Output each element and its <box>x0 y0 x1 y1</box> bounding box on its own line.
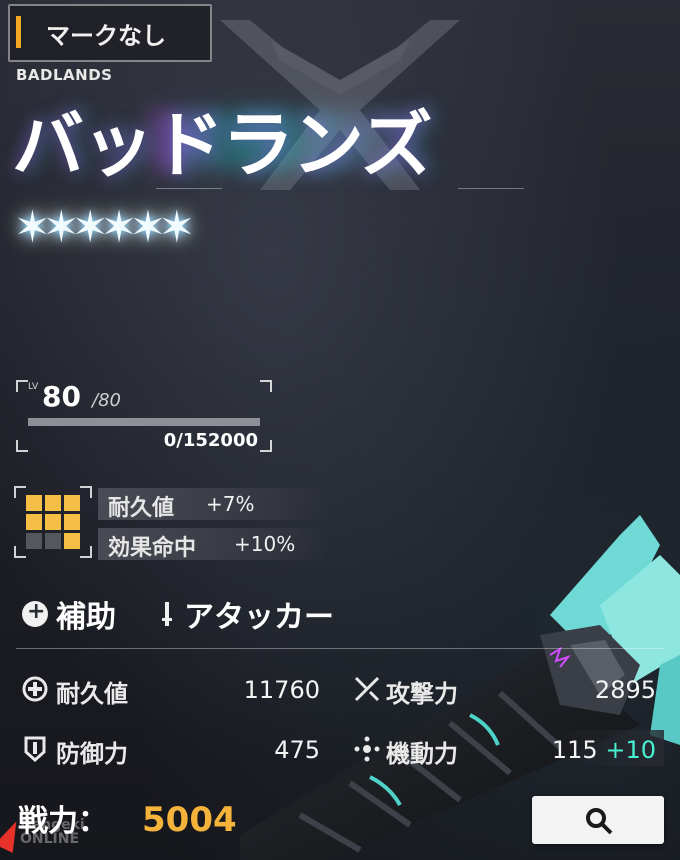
stat-defense-name: 防御力 <box>56 740 128 768</box>
bonus-grid-box[interactable] <box>14 486 92 558</box>
stat-defense-value: 475 <box>274 736 320 764</box>
stat-attack-value: 2895 <box>594 676 656 704</box>
grid-cell <box>45 495 61 511</box>
role-class-label: 補助 <box>56 600 116 635</box>
detail-search-button[interactable] <box>532 796 664 844</box>
grid-cell <box>64 514 80 530</box>
durability-icon <box>22 676 48 702</box>
level-current: 80 <box>42 380 81 413</box>
watermark: Dengeki ONLINE <box>20 818 85 846</box>
magnifier-icon <box>586 808 613 835</box>
defense-icon <box>24 736 46 762</box>
exp-text: 0/152000 <box>163 430 258 451</box>
support-icon <box>22 599 48 627</box>
grid-cell <box>26 495 42 511</box>
deco-line <box>156 188 222 189</box>
stat-mobility-bonus: +10 <box>605 736 656 764</box>
star-icon: ✶ <box>158 202 196 253</box>
bonus-name: 効果命中 <box>108 536 197 561</box>
watermark-line2: ONLINE <box>20 831 80 847</box>
character-name-jp: バッドランズ <box>12 103 433 187</box>
deco-line <box>458 188 524 189</box>
stat-mobility-value: 115 +10 <box>540 736 656 764</box>
stat-durability-value: 11760 <box>243 676 320 704</box>
role-class: 補助 <box>22 594 116 635</box>
mark-tag-label: マークなし <box>46 22 166 50</box>
level-label: LV <box>28 382 39 392</box>
mark-tag[interactable]: マークなし <box>8 4 212 62</box>
grid-cell <box>45 533 61 549</box>
grid-cell <box>64 533 80 549</box>
power-value: 5004 <box>142 800 237 840</box>
grid-cell <box>26 533 42 549</box>
star-rating: ✶ ✶ ✶ ✶ ✶ ✶ <box>14 200 195 260</box>
level-panel: LV 80 /80 0/152000 <box>16 380 272 452</box>
stat-durability-name: 耐久値 <box>56 680 128 708</box>
mobility-icon <box>354 736 380 762</box>
grid-cell <box>26 514 42 530</box>
grid-cell <box>64 495 80 511</box>
mark-tag-accent <box>16 16 21 48</box>
character-name-en: BADLANDS <box>16 66 113 84</box>
exp-bar <box>28 418 260 426</box>
divider <box>16 648 664 649</box>
grid-cell <box>45 514 61 530</box>
bonus-value: +7% <box>206 492 255 516</box>
bonus-grid-icon <box>26 495 80 549</box>
attacker-icon <box>162 602 172 626</box>
stat-mobility-base: 115 <box>551 736 598 764</box>
stat-attack-name: 攻撃力 <box>386 680 458 708</box>
attack-icon <box>354 676 380 702</box>
level-max: /80 <box>92 390 121 411</box>
watermark-line1: Dengeki <box>20 817 85 833</box>
bonus-name: 耐久値 <box>108 496 175 521</box>
stat-mobility-name: 機動力 <box>386 740 458 768</box>
